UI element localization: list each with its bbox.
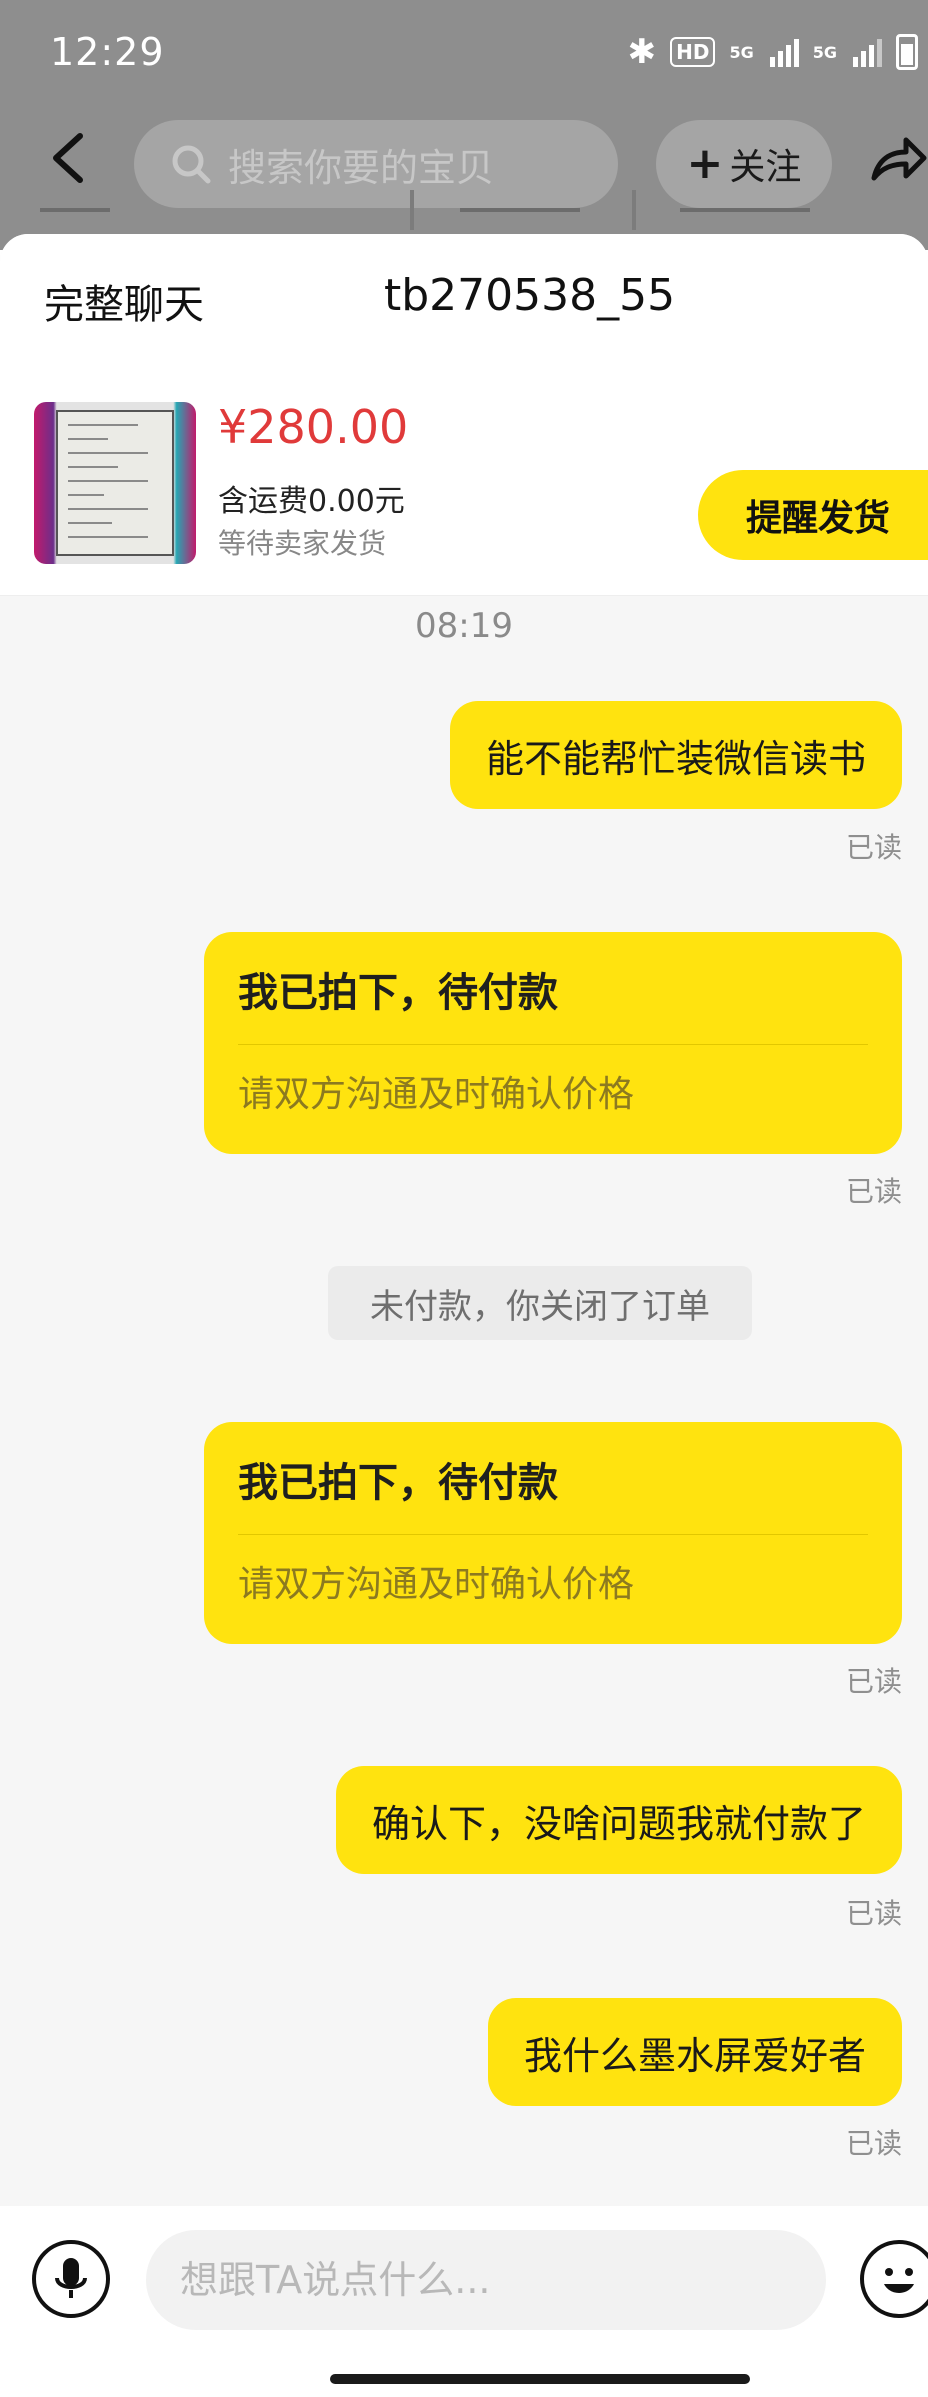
product-price: ¥280.00 <box>218 400 409 454</box>
status-bar: 12:29 ✱ HD 5G 5G <box>0 0 928 104</box>
ereader-screen-image <box>56 410 174 556</box>
dimmed-background-page: 12:29 ✱ HD 5G 5G 搜索你要的宝贝 + 关注 <box>0 0 928 250</box>
signal-strength-icon <box>769 37 799 67</box>
order-card-title: 我已拍下，待付款 <box>238 1460 558 1506</box>
read-receipt: 已读 <box>845 831 902 864</box>
search-placeholder: 搜索你要的宝贝 <box>228 145 495 190</box>
message-bubble[interactable]: 我什么墨水屏爱好者 <box>487 1998 902 2106</box>
search-icon <box>172 145 211 184</box>
plus-icon: + <box>686 138 724 189</box>
chat-sheet: 完整聊天 tb270538_55 ¥280.00 含运费0.00元 等待卖家发货… <box>0 234 928 2397</box>
follow-button[interactable]: + 关注 <box>656 120 832 208</box>
network-type-label: 5G <box>729 42 754 62</box>
share-icon[interactable] <box>868 130 928 190</box>
status-icons: ✱ HD 5G 5G <box>628 30 918 74</box>
home-indicator[interactable] <box>330 2374 750 2384</box>
read-receipt: 已读 <box>845 1175 902 1208</box>
order-card-subtitle: 请双方沟通及时确认价格 <box>238 1074 635 1115</box>
chat-username: tb270538_55 <box>384 270 676 321</box>
read-receipt: 已读 <box>845 1897 902 1930</box>
battery-icon <box>896 34 918 70</box>
follow-label: 关注 <box>729 147 802 188</box>
read-receipt: 已读 <box>845 1665 902 1698</box>
bluetooth-icon: ✱ <box>627 32 657 72</box>
order-product-card[interactable]: ¥280.00 含运费0.00元 等待卖家发货 提醒发货 <box>0 364 928 596</box>
order-card-message[interactable]: 我已拍下，待付款 请双方沟通及时确认价格 <box>204 1422 902 1644</box>
signal-strength-icon <box>853 37 882 67</box>
network-type-label: 5G <box>812 42 837 62</box>
shop-nav-bar: 搜索你要的宝贝 + 关注 <box>0 108 928 208</box>
read-receipt: 已读 <box>845 2127 902 2160</box>
hd-voice-icon: HD <box>670 37 716 67</box>
order-card-title: 我已拍下，待付款 <box>238 970 558 1016</box>
message-input-bar <box>0 2206 928 2397</box>
remind-shipment-button[interactable]: 提醒发货 <box>698 470 928 560</box>
system-notice: 未付款，你关闭了订单 <box>328 1266 752 1340</box>
message-timestamp: 08:19 <box>415 606 513 646</box>
shipping-fee: 含运费0.00元 <box>218 484 405 519</box>
card-divider <box>238 1534 868 1535</box>
status-time: 12:29 <box>50 30 165 74</box>
message-bubble[interactable]: 确认下，没啥问题我就付款了 <box>335 1766 902 1874</box>
emoji-icon[interactable] <box>860 2240 928 2318</box>
message-bubble[interactable]: 能不能帮忙装微信读书 <box>449 701 902 809</box>
order-card-subtitle: 请双方沟通及时确认价格 <box>238 1564 635 1605</box>
product-thumbnail[interactable] <box>34 402 196 564</box>
sheet-header: 完整聊天 tb270538_55 <box>0 234 928 364</box>
search-input[interactable]: 搜索你要的宝贝 <box>134 120 618 208</box>
full-chat-link[interactable]: 完整聊天 <box>44 272 204 330</box>
order-card-message[interactable]: 我已拍下，待付款 请双方沟通及时确认价格 <box>204 932 902 1154</box>
microphone-icon[interactable] <box>32 2240 110 2318</box>
order-status: 等待卖家发货 <box>218 527 387 560</box>
message-input[interactable] <box>146 2230 826 2330</box>
back-arrow-icon[interactable] <box>46 132 92 184</box>
card-divider <box>238 1044 868 1045</box>
